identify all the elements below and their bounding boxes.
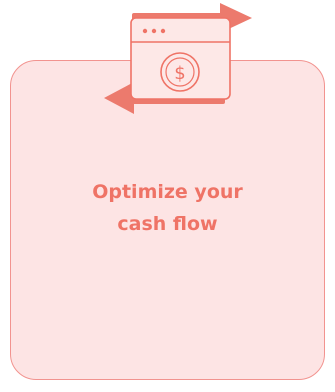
dollar-coin-icon: $: [160, 52, 200, 92]
cash-flow-exchange-icon: $: [104, 3, 252, 114]
card-title: Optimize your cash flow: [11, 176, 324, 240]
card-title-line-2: cash flow: [117, 213, 218, 235]
page: Optimize your cash flow $: [0, 0, 335, 392]
card-title-line-1: Optimize your: [92, 181, 243, 203]
dollar-sign: $: [174, 63, 185, 84]
